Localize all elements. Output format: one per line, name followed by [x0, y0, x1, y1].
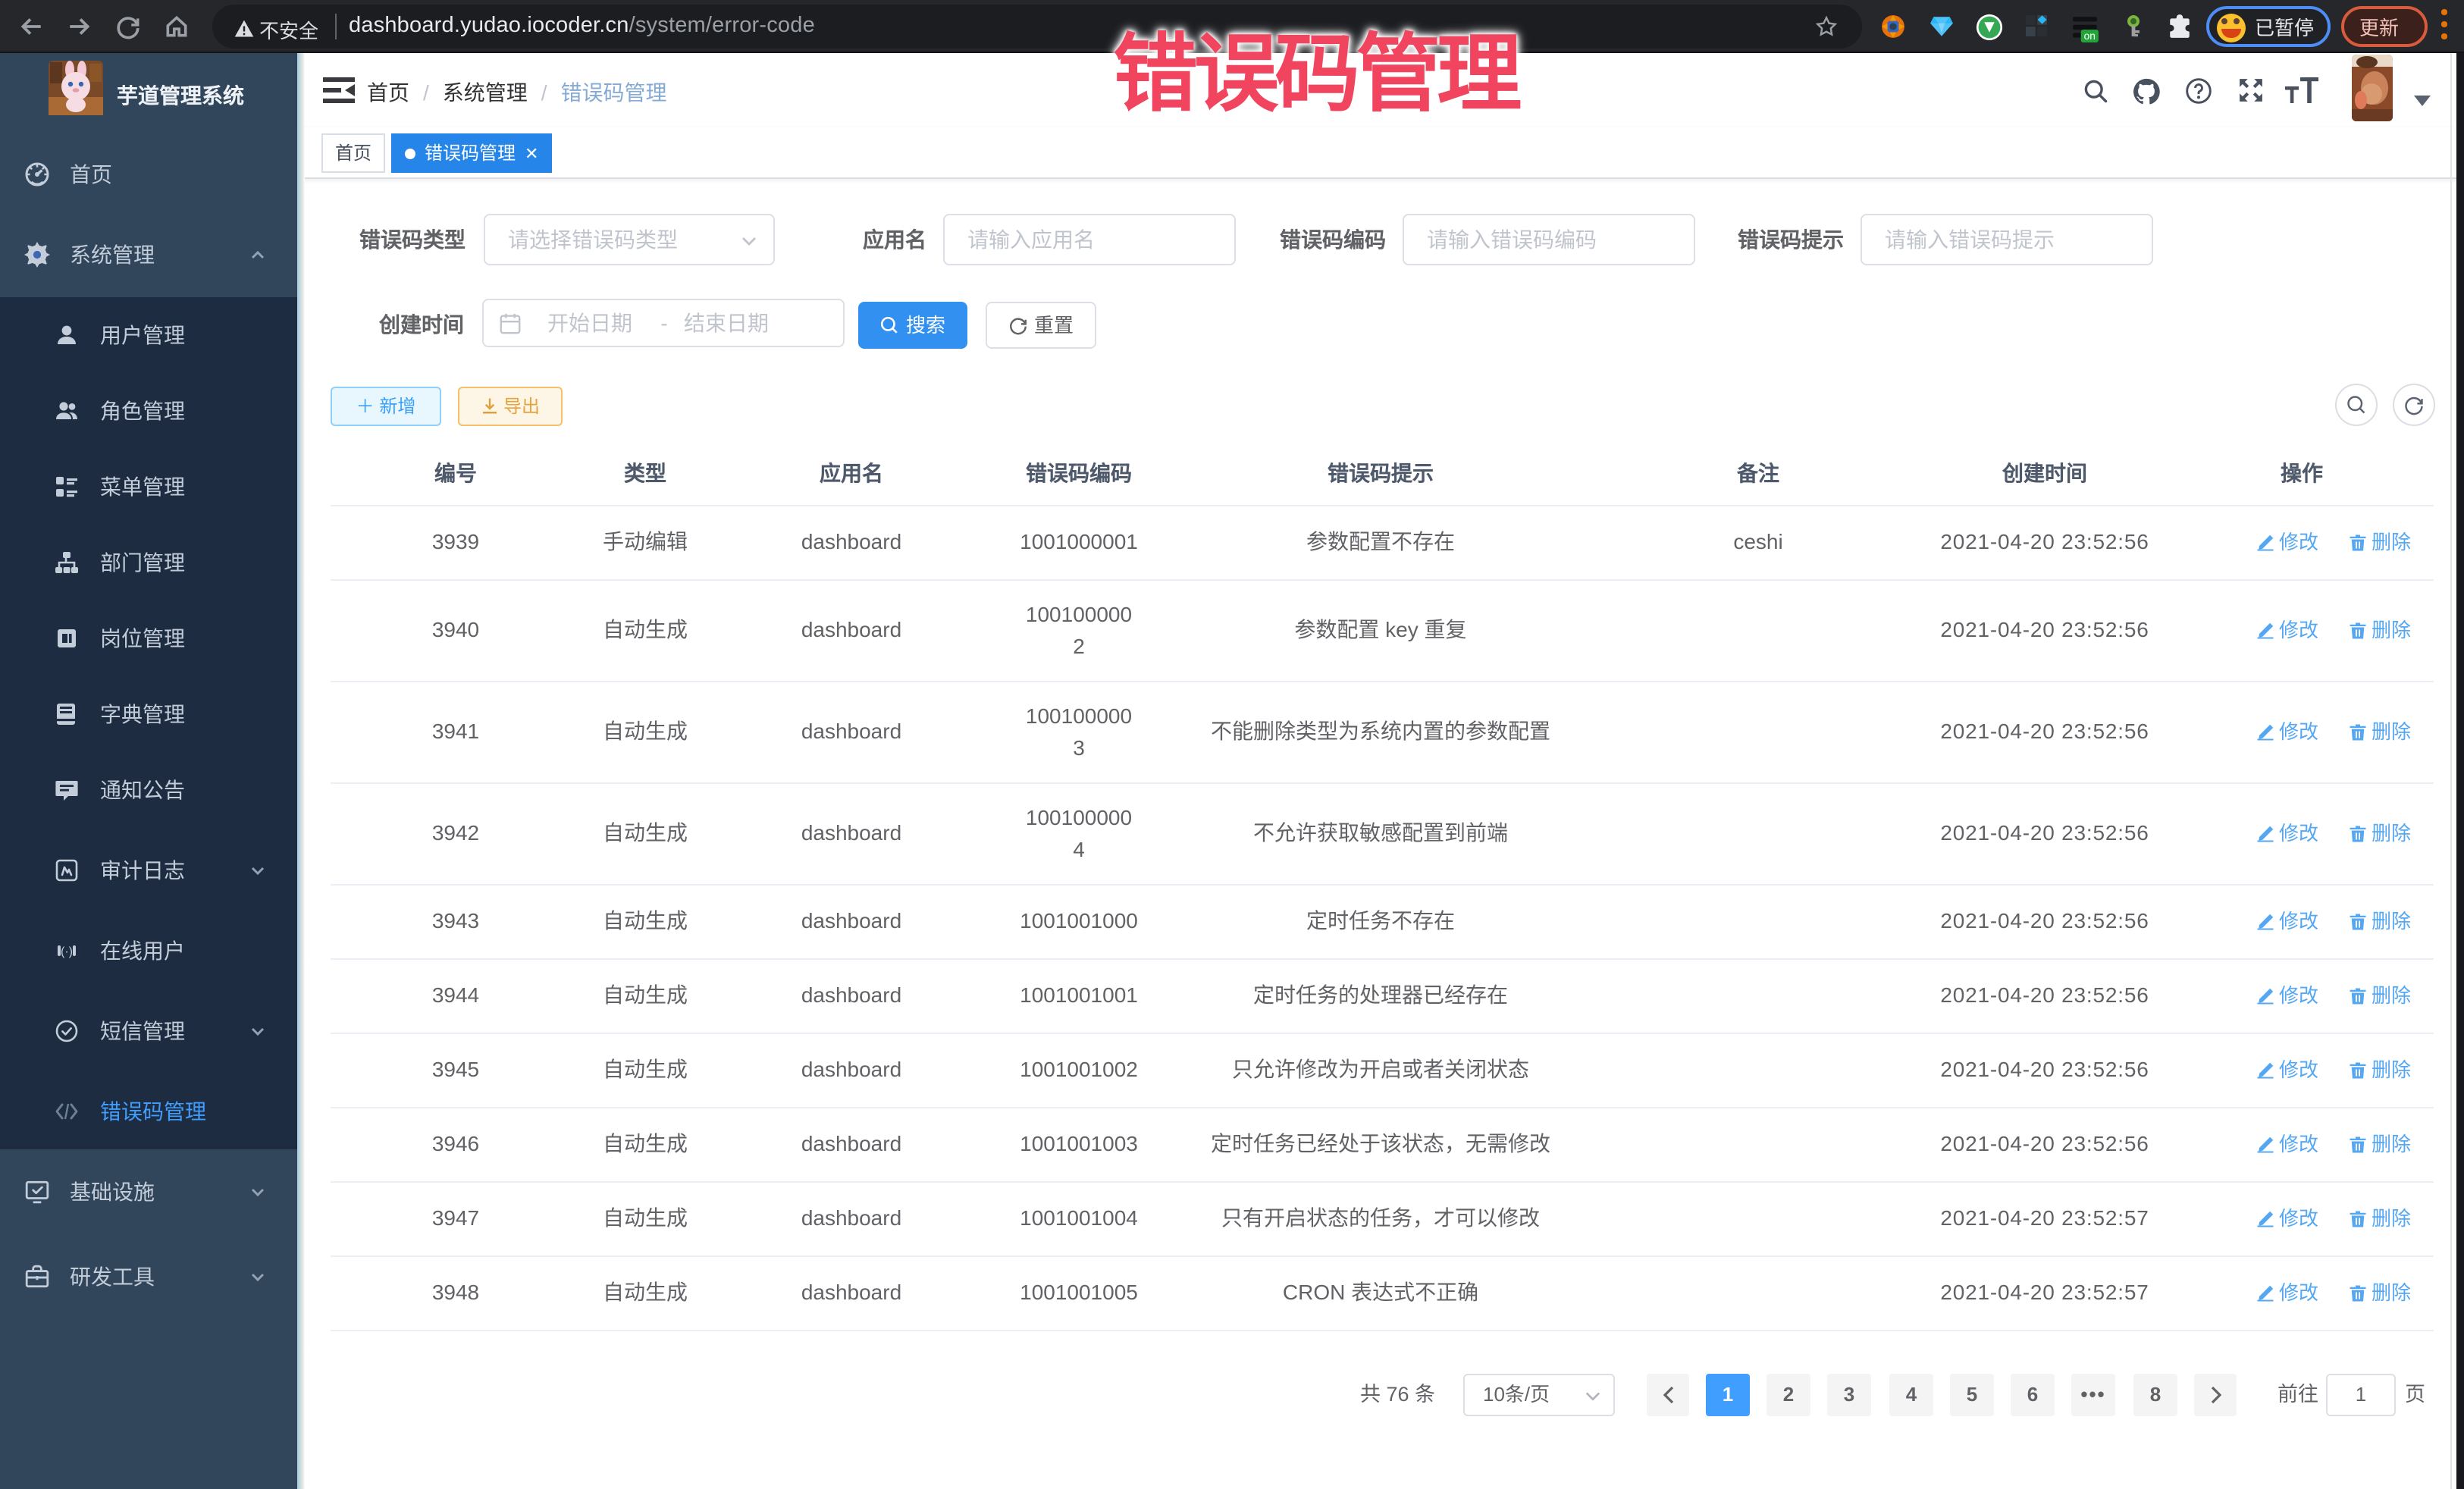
- svg-text:on: on: [2084, 30, 2096, 42]
- svg-text:(·): (·): [61, 945, 73, 958]
